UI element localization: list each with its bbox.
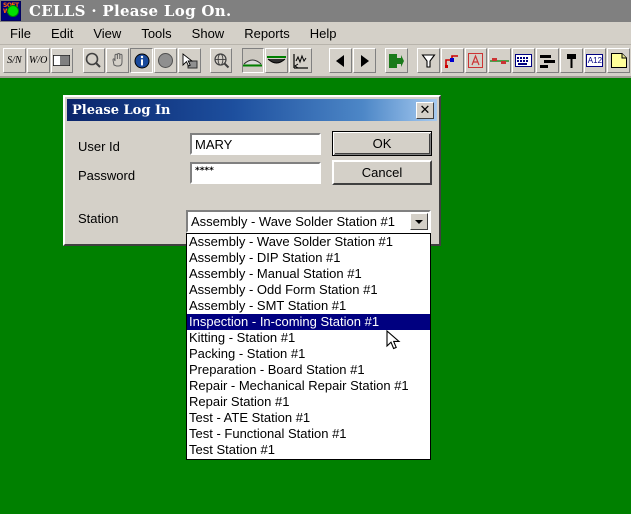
list-item[interactable]: Repair - Mechanical Repair Station #1	[187, 378, 430, 394]
list-item[interactable]: Assembly - SMT Station #1	[187, 298, 430, 314]
list-item[interactable]: Assembly - Odd Form Station #1	[187, 282, 430, 298]
measure-icon[interactable]	[289, 48, 312, 73]
toolbar-separator	[409, 48, 417, 73]
cells-app-icon: SOFT WRE	[1, 1, 21, 21]
toolbar-separator	[74, 48, 82, 73]
keyboard-icon[interactable]	[512, 48, 535, 73]
board-bottom-icon[interactable]	[265, 48, 289, 73]
green-circle-icon	[7, 5, 19, 17]
board-top-icon[interactable]	[241, 48, 265, 73]
toolbar-separator	[321, 48, 329, 73]
filter-funnel-icon[interactable]	[416, 48, 440, 73]
toolbar-separator	[313, 48, 321, 73]
application-titlebar: SOFT WRE CELLS · Please Log On.	[0, 0, 631, 22]
filled-circle-icon[interactable]	[153, 48, 177, 73]
menu-item-file[interactable]: File	[0, 24, 41, 43]
serial-number-icon[interactable]: S/N	[3, 48, 26, 73]
menu-item-show[interactable]: Show	[182, 24, 235, 43]
menubar: File Edit View Tools Show Reports Help	[0, 22, 631, 45]
magnifier-icon[interactable]	[82, 48, 106, 73]
list-item[interactable]: Assembly - Manual Station #1	[187, 266, 430, 282]
close-icon[interactable]: ✕	[416, 101, 434, 119]
chevron-down-glyph	[415, 219, 423, 224]
zoom-globe-icon[interactable]	[209, 48, 233, 73]
list-item[interactable]: Packing - Station #1	[187, 346, 430, 362]
component-outline-icon[interactable]	[464, 48, 488, 73]
menu-item-view[interactable]: View	[83, 24, 131, 43]
userid-label: User Id	[78, 139, 120, 154]
toolbar: S/N W/O A12	[0, 45, 631, 78]
menu-item-help[interactable]: Help	[300, 24, 347, 43]
ok-button[interactable]: OK	[332, 131, 432, 156]
select-arrow-icon[interactable]	[177, 48, 201, 73]
station-label: Station	[78, 211, 119, 226]
chevron-down-icon[interactable]	[410, 213, 428, 230]
list-item[interactable]: Kitting - Station #1	[187, 330, 430, 346]
list-item[interactable]: Assembly - DIP Station #1	[187, 250, 430, 266]
pan-hand-icon[interactable]	[106, 48, 130, 73]
dialog-title: Please Log In	[72, 102, 171, 118]
application-title: CELLS · Please Log On.	[29, 2, 232, 20]
menu-item-tools[interactable]: Tools	[131, 24, 181, 43]
menu-item-edit[interactable]: Edit	[41, 24, 83, 43]
exit-door-icon[interactable]	[385, 48, 408, 73]
cancel-button[interactable]: Cancel	[332, 160, 432, 185]
toolbar-separator	[233, 48, 241, 73]
list-item[interactable]: Test Station #1	[187, 442, 430, 458]
password-input[interactable]: ****	[190, 162, 321, 184]
list-view-icon[interactable]	[50, 48, 74, 73]
a12-label-icon[interactable]: A12	[583, 48, 607, 73]
work-order-icon[interactable]: W/O	[26, 48, 50, 73]
station-combobox-value: Assembly - Wave Solder Station #1	[191, 214, 395, 229]
station-dropdown-list[interactable]: Assembly - Wave Solder Station #1 Assemb…	[186, 233, 431, 460]
sort-list-icon[interactable]	[535, 48, 559, 73]
toolbar-separator	[202, 48, 210, 73]
toolbar-separator	[377, 48, 385, 73]
list-item[interactable]: Preparation - Board Station #1	[187, 362, 430, 378]
userid-input[interactable]: MARY	[190, 133, 321, 155]
list-item-selected[interactable]: Inspection - In-coming Station #1	[187, 314, 430, 330]
dialog-titlebar[interactable]: Please Log In ✕	[67, 99, 437, 121]
net-trace-icon[interactable]	[440, 48, 464, 73]
next-arrow-icon[interactable]	[353, 48, 376, 73]
list-item[interactable]: Repair Station #1	[187, 394, 430, 410]
list-item[interactable]: Test - ATE Station #1	[187, 410, 430, 426]
menu-item-reports[interactable]: Reports	[234, 24, 300, 43]
note-icon[interactable]	[607, 48, 631, 73]
pin-probe-icon[interactable]	[488, 48, 512, 73]
info-icon[interactable]	[130, 48, 153, 73]
list-item[interactable]: Test - Functional Station #1	[187, 426, 430, 442]
list-item[interactable]: Assembly - Wave Solder Station #1	[187, 234, 430, 250]
password-label: Password	[78, 168, 136, 183]
probe-tool-icon[interactable]	[559, 48, 583, 73]
station-combobox[interactable]: Assembly - Wave Solder Station #1	[186, 210, 431, 233]
previous-arrow-icon[interactable]	[329, 48, 353, 73]
